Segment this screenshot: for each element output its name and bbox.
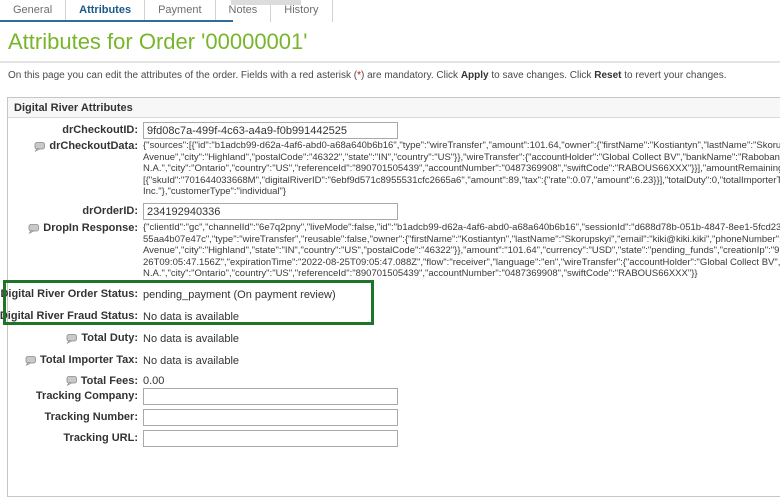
- field-label: Tracking URL:: [8, 432, 138, 445]
- field-label: DropIn Response:: [43, 222, 138, 235]
- description-text: On this page you can edit the attributes…: [8, 70, 357, 81]
- attribute-scope-icon: [66, 334, 77, 344]
- field-label-wrap: Total Duty:: [8, 332, 138, 345]
- total-fees-value: 0.00: [143, 375, 780, 387]
- window-edge-fragment: [231, 0, 301, 5]
- tracking-number-input[interactable]: [143, 409, 398, 426]
- field-label-wrap: Digital River Fraud Status:: [8, 310, 138, 323]
- attribute-scope-icon: [25, 356, 36, 366]
- attribute-scope-icon: [34, 142, 45, 152]
- field-label: Total Duty:: [81, 332, 138, 345]
- dropin-response-value: {"clientId":"gc","channelId":"6e7q2pny",…: [143, 222, 780, 280]
- attr-row-tracking-company: Tracking Company:: [8, 387, 780, 406]
- header-divider: [0, 61, 780, 63]
- description-text: ) are mandatory. Click: [361, 70, 461, 81]
- tracking-company-input[interactable]: [143, 388, 398, 405]
- field-label: Total Importer Tax:: [40, 354, 138, 367]
- tracking-url-input[interactable]: [143, 430, 398, 447]
- attr-row-total-fees: Total Fees: 0.00: [8, 375, 780, 387]
- field-label: Digital River Order Status:: [0, 288, 138, 301]
- attr-row-total-importer-tax: Total Importer Tax: No data is available: [8, 353, 780, 368]
- section-title: Digital River Attributes: [8, 98, 780, 118]
- total-importer-tax-value: No data is available: [143, 355, 780, 367]
- field-label: drCheckoutID:: [8, 124, 138, 137]
- json-line: 55aa4b07e47c","type":"wireTransfer","reu…: [143, 234, 780, 246]
- field-label: Total Fees:: [81, 375, 138, 388]
- field-label: Digital River Fraud Status:: [0, 310, 138, 323]
- attr-row-dr-fraud-status: Digital River Fraud Status: No data is a…: [8, 309, 780, 324]
- tab-general[interactable]: General: [0, 0, 66, 22]
- field-label: drCheckoutData:: [49, 140, 138, 153]
- field-label: drOrderID:: [8, 205, 138, 218]
- field-label-wrap: Digital River Order Status:: [8, 288, 138, 301]
- field-label: Tracking Company:: [8, 390, 138, 403]
- digital-river-attributes-panel: Digital River Attributes drCheckoutID: d…: [7, 97, 780, 497]
- json-line: {"clientId":"gc","channelId":"6e7q2pny",…: [143, 222, 780, 234]
- attr-row-dr-order-status: Digital River Order Status: pending_paym…: [8, 287, 780, 302]
- description-text: to revert your changes.: [621, 70, 726, 81]
- json-line: Avenue","city":"Highland","state":"IN","…: [143, 245, 780, 257]
- total-duty-value: No data is available: [143, 333, 780, 345]
- reset-keyword: Reset: [594, 70, 621, 81]
- field-label-wrap: drCheckoutData:: [8, 140, 138, 153]
- tab-attributes[interactable]: Attributes: [66, 0, 145, 22]
- json-line: {"sources":[{"id":"b1adcb99-d62a-4af6-ab…: [143, 140, 780, 152]
- json-line: Inc."},"customerType":"individual"}: [143, 186, 780, 198]
- dr-order-status-value: pending_payment (On payment review): [143, 289, 780, 301]
- page-title: Attributes for Order '00000001': [8, 29, 307, 55]
- drorderid-input[interactable]: [143, 203, 398, 220]
- attr-row-tracking-number: Tracking Number:: [8, 408, 780, 427]
- tab-underline: [0, 20, 233, 22]
- attr-row-drcheckoutdata: drCheckoutData: {"sources":[{"id":"b1adc…: [8, 140, 780, 198]
- json-line: Avenue","city":"Highland","postalCode":"…: [143, 152, 780, 164]
- attribute-scope-icon: [28, 224, 39, 234]
- field-label-wrap: Total Fees:: [8, 375, 138, 388]
- field-label-wrap: DropIn Response:: [8, 222, 138, 235]
- drcheckoutid-input[interactable]: [143, 122, 398, 139]
- attr-row-drorderid: drOrderID:: [8, 202, 780, 221]
- attr-row-total-duty: Total Duty: No data is available: [8, 331, 780, 346]
- json-line: N.A.","city":"Ontario","country":"US","r…: [143, 163, 780, 175]
- drcheckoutdata-value: {"sources":[{"id":"b1adcb99-d62a-4af6-ab…: [143, 140, 780, 198]
- attribute-scope-icon: [66, 376, 77, 386]
- description-text: to save changes. Click: [489, 70, 595, 81]
- field-label: Tracking Number:: [8, 411, 138, 424]
- apply-keyword: Apply: [461, 70, 489, 81]
- dr-fraud-status-value: No data is available: [143, 311, 780, 323]
- json-line: [{"skuId":"701644033668M","digitalRiverI…: [143, 175, 780, 187]
- json-line: 26T09:05:47.156Z","expirationTime":"2022…: [143, 257, 780, 269]
- field-label-wrap: Total Importer Tax:: [8, 354, 138, 367]
- json-line: N.A.","city":"Ontario","country":"US","r…: [143, 268, 780, 280]
- page-description: On this page you can edit the attributes…: [8, 70, 772, 82]
- attr-row-drcheckoutid: drCheckoutID:: [8, 121, 780, 140]
- tab-payment[interactable]: Payment: [145, 0, 215, 22]
- attr-row-dropin-response: DropIn Response: {"clientId":"gc","chann…: [8, 222, 780, 280]
